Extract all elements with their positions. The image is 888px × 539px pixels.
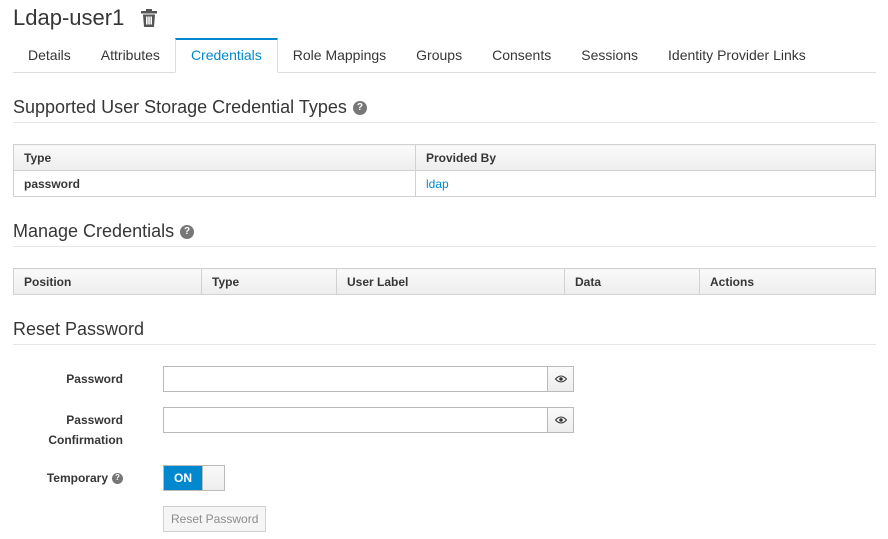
title-row: Ldap-user1 bbox=[13, 3, 158, 33]
cell-type: password bbox=[13, 170, 416, 197]
tab-details[interactable]: Details bbox=[13, 38, 86, 72]
manage-credentials-heading: Manage Credentials ? bbox=[13, 221, 876, 247]
show-password-button[interactable] bbox=[548, 366, 574, 392]
temporary-label: Temporary bbox=[46, 471, 108, 485]
column-header-data: Data bbox=[564, 268, 700, 295]
manage-credentials-table: Position Type User Label Data Actions bbox=[13, 268, 876, 295]
column-header-user-label: User Label bbox=[336, 268, 565, 295]
reset-password-heading: Reset Password bbox=[13, 319, 876, 345]
tab-attributes[interactable]: Attributes bbox=[86, 38, 175, 72]
tab-sessions[interactable]: Sessions bbox=[566, 38, 653, 72]
table-header-row: Position Type User Label Data Actions bbox=[13, 268, 876, 295]
supported-types-title: Supported User Storage Credential Types bbox=[13, 97, 347, 117]
column-header-type: Type bbox=[13, 144, 416, 171]
password-confirmation-input[interactable] bbox=[163, 407, 548, 433]
help-icon[interactable]: ? bbox=[180, 224, 195, 239]
password-confirmation-label-line2: Confirmation bbox=[48, 433, 123, 447]
reset-password-title: Reset Password bbox=[13, 319, 145, 339]
password-confirmation-input-group bbox=[163, 407, 574, 433]
temporary-label-row: Temporary ? bbox=[13, 468, 123, 488]
tab-role-mappings[interactable]: Role Mappings bbox=[278, 38, 401, 72]
tab-consents[interactable]: Consents bbox=[477, 38, 566, 72]
tab-bar: Details Attributes Credentials Role Mapp… bbox=[13, 38, 876, 73]
password-confirmation-label-line1: Password bbox=[66, 413, 123, 427]
page-title: Ldap-user1 bbox=[13, 5, 125, 30]
tab-groups[interactable]: Groups bbox=[401, 38, 477, 72]
password-input[interactable] bbox=[163, 366, 548, 392]
tab-identity-provider-links[interactable]: Identity Provider Links bbox=[653, 38, 821, 72]
supported-types-table: Type Provided By password ldap bbox=[13, 144, 876, 197]
provider-link[interactable]: ldap bbox=[426, 177, 449, 191]
column-header-actions: Actions bbox=[699, 268, 876, 295]
tab-credentials[interactable]: Credentials bbox=[174, 38, 278, 73]
help-icon[interactable]: ? bbox=[112, 472, 123, 484]
column-header-position: Position bbox=[13, 268, 202, 295]
manage-credentials-title: Manage Credentials bbox=[13, 221, 175, 241]
reset-password-button[interactable]: Reset Password bbox=[163, 506, 267, 532]
password-input-group bbox=[163, 366, 574, 392]
eye-icon bbox=[554, 416, 567, 424]
cell-provided-by: ldap bbox=[415, 170, 876, 197]
toggle-handle[interactable] bbox=[202, 466, 224, 490]
table-header-row: Type Provided By bbox=[13, 144, 876, 171]
toggle-on-label: ON bbox=[164, 466, 202, 490]
table-row: password ldap bbox=[13, 170, 876, 197]
show-confirmation-button[interactable] bbox=[548, 407, 574, 433]
trash-icon[interactable] bbox=[140, 8, 158, 28]
column-header-provided-by: Provided By bbox=[415, 144, 876, 171]
supported-types-heading: Supported User Storage Credential Types … bbox=[13, 97, 876, 123]
temporary-toggle[interactable]: ON bbox=[163, 465, 225, 491]
eye-icon bbox=[554, 375, 567, 383]
column-header-type: Type bbox=[201, 268, 337, 295]
password-confirmation-label: Password Confirmation bbox=[13, 410, 123, 450]
password-label: Password bbox=[66, 372, 123, 386]
help-icon[interactable]: ? bbox=[352, 100, 367, 115]
